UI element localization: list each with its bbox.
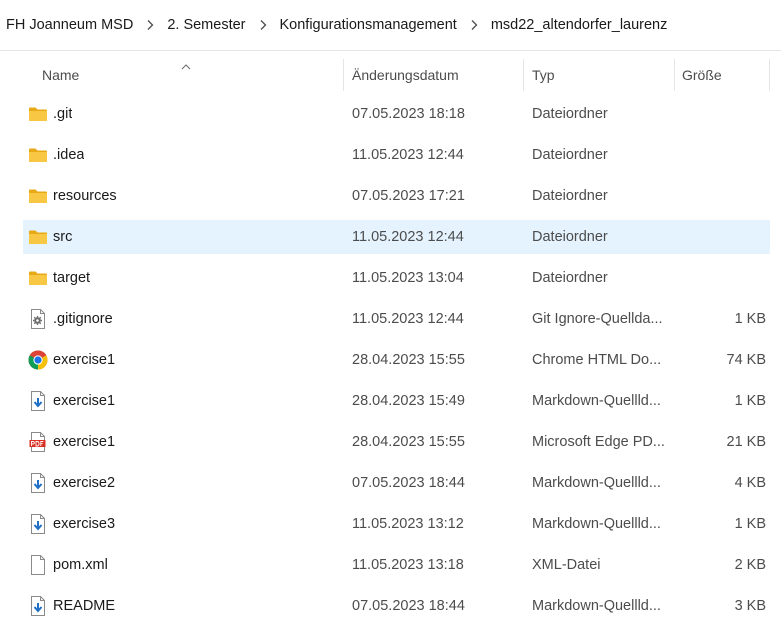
- file-date: 07.05.2023 18:44: [352, 598, 465, 614]
- file-date: 28.04.2023 15:55: [352, 434, 465, 450]
- file-row[interactable]: exercise2 07.05.2023 18:44 Markdown-Quelll…: [23, 466, 770, 500]
- column-divider[interactable]: [674, 59, 675, 91]
- markdown-file-icon: [27, 589, 49, 623]
- file-name: resources: [53, 188, 117, 204]
- file-date: 28.04.2023 15:49: [352, 393, 465, 409]
- file-size: 1 KB: [734, 311, 766, 327]
- file-size: [686, 97, 766, 131]
- file-size: [686, 220, 766, 254]
- file-type: Markdown-Quellld...: [532, 598, 661, 614]
- file-row[interactable]: exercise1 28.04.2023 15:49 Markdown-Quelll…: [23, 384, 770, 418]
- column-type-header[interactable]: Typ: [532, 55, 555, 95]
- markdown-file-icon: [27, 507, 49, 541]
- file-row[interactable]: resources 07.05.2023 17:21 Dateiordner: [23, 179, 770, 213]
- chevron-right-icon[interactable]: [250, 19, 276, 31]
- vertical-scrollbar[interactable]: [773, 52, 781, 632]
- column-size-header[interactable]: Größe: [682, 55, 722, 95]
- file-type: XML-Datei: [532, 557, 601, 573]
- file-date: 07.05.2023 18:44: [352, 475, 465, 491]
- file-type: Dateiordner: [532, 270, 608, 286]
- folder-icon: [27, 261, 49, 295]
- column-name-header[interactable]: Name: [42, 55, 79, 95]
- file-name: target: [53, 270, 91, 286]
- column-divider[interactable]: [523, 59, 524, 91]
- chrome-icon: [27, 343, 49, 377]
- file-size: 3 KB: [734, 598, 766, 614]
- file-name: pom.xml: [53, 557, 108, 573]
- column-divider[interactable]: [343, 59, 344, 91]
- file-row[interactable]: target 11.05.2023 13:04 Dateiordner: [23, 261, 770, 295]
- file-name: exercise1: [53, 393, 116, 409]
- file-name: exercise3: [53, 516, 116, 532]
- file-date: 28.04.2023 15:55: [352, 352, 465, 368]
- breadcrumb: FH Joanneum MSD 2. Semester Konfiguratio…: [0, 0, 781, 51]
- file-date: 11.05.2023 13:12: [352, 516, 464, 532]
- chevron-right-icon[interactable]: [461, 19, 487, 31]
- file-date: 11.05.2023 12:44: [352, 229, 464, 245]
- file-name: exercise2: [53, 475, 116, 491]
- file-name: .git: [53, 106, 73, 122]
- file-type: Dateiordner: [532, 188, 608, 204]
- file-type: Dateiordner: [532, 229, 608, 245]
- file-row[interactable]: README 07.05.2023 18:44 Markdown-Quellld..…: [23, 589, 770, 623]
- file-row[interactable]: .gitignore 11.05.2023 12:44 Git Ignore-Que…: [23, 302, 770, 336]
- file-date: 11.05.2023 13:04: [352, 270, 464, 286]
- file-row[interactable]: .idea 11.05.2023 12:44 Dateiordner: [23, 138, 770, 172]
- file-name: exercise1: [53, 352, 116, 368]
- column-divider[interactable]: [769, 59, 770, 91]
- breadcrumb-item[interactable]: FH Joanneum MSD: [0, 17, 137, 33]
- file-name: exercise1: [53, 434, 116, 450]
- sort-ascending-icon: [181, 57, 191, 73]
- markdown-file-icon: [27, 384, 49, 418]
- file-type: Microsoft Edge PD...: [532, 434, 665, 450]
- file-type: Chrome HTML Do...: [532, 352, 662, 368]
- file-size: 74 KB: [726, 352, 767, 368]
- file-size: 2 KB: [734, 557, 766, 573]
- file-date: 11.05.2023 13:18: [352, 557, 464, 573]
- file-size: [686, 179, 766, 213]
- file-row[interactable]: exercise1 28.04.2023 15:55 Microsoft Edge …: [23, 425, 770, 459]
- blank-file-icon: [27, 548, 49, 582]
- file-row[interactable]: exercise3 11.05.2023 13:12 Markdown-Quelll…: [23, 507, 770, 541]
- file-size: [686, 138, 766, 172]
- file-size: [686, 261, 766, 295]
- file-size: 4 KB: [734, 475, 766, 491]
- file-size: 1 KB: [734, 393, 766, 409]
- file-type: Dateiordner: [532, 147, 608, 163]
- file-type: Git Ignore-Quellda...: [532, 311, 663, 327]
- file-type: Markdown-Quellld...: [532, 393, 661, 409]
- file-name: .idea: [53, 147, 85, 163]
- file-size: 1 KB: [734, 516, 766, 532]
- folder-icon: [27, 138, 49, 172]
- file-row[interactable]: exercise1 28.04.2023 15:55 Chrome HTML Do.…: [23, 343, 770, 377]
- pdf-icon: [27, 425, 49, 459]
- file-date: 07.05.2023 18:18: [352, 106, 465, 122]
- file-size: 21 KB: [726, 434, 767, 450]
- file-name: README: [53, 598, 116, 614]
- folder-icon: [27, 179, 49, 213]
- file-type: Markdown-Quellld...: [532, 475, 661, 491]
- file-row[interactable]: pom.xml 11.05.2023 13:18 XML-Datei 2 KB: [23, 548, 770, 582]
- breadcrumb-item-current[interactable]: msd22_altendorfer_laurenz: [487, 17, 672, 33]
- chevron-right-icon[interactable]: [137, 19, 163, 31]
- file-row[interactable]: .git 07.05.2023 18:18 Dateiordner: [23, 97, 770, 131]
- file-date: 11.05.2023 12:44: [352, 311, 464, 327]
- file-row[interactable]: src 11.05.2023 12:44 Dateiordner: [23, 220, 770, 254]
- settings-file-icon: [27, 302, 49, 336]
- column-header: Name Änderungsdatum Typ Größe: [23, 55, 770, 95]
- file-type: Dateiordner: [532, 106, 608, 122]
- file-name: src: [53, 229, 73, 245]
- file-date: 11.05.2023 12:44: [352, 147, 464, 163]
- folder-icon: [27, 97, 49, 131]
- breadcrumb-item[interactable]: 2. Semester: [163, 17, 249, 33]
- breadcrumb-item[interactable]: Konfigurationsmanagement: [276, 17, 461, 33]
- file-type: Markdown-Quellld...: [532, 516, 661, 532]
- file-date: 07.05.2023 17:21: [352, 188, 465, 204]
- column-date-header[interactable]: Änderungsdatum: [352, 55, 459, 95]
- markdown-file-icon: [27, 466, 49, 500]
- file-name: .gitignore: [53, 311, 113, 327]
- folder-icon: [27, 220, 49, 254]
